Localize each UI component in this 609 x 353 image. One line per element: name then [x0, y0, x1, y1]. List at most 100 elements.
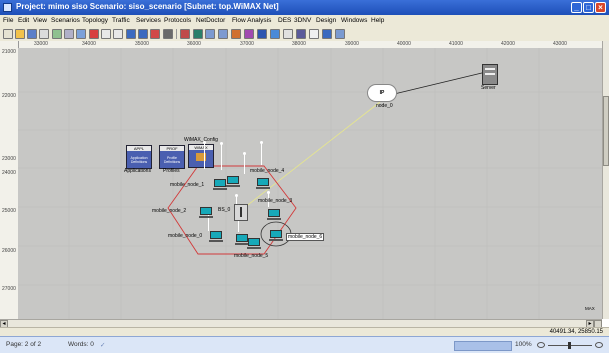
- ruler-tick: 37000: [240, 41, 254, 47]
- close-button[interactable]: ×: [595, 2, 606, 13]
- proofing-icon[interactable]: ✓: [100, 341, 105, 349]
- base-station-node[interactable]: [234, 204, 248, 221]
- mobile-node-caption: mobile_node_5: [234, 253, 269, 259]
- open-folder-icon[interactable]: [15, 29, 25, 39]
- ruler-tick: 35000: [135, 41, 149, 47]
- mobile-node-caption: mobile_node_4: [250, 168, 285, 174]
- tool-f-icon[interactable]: [244, 29, 254, 39]
- wimax-config-node[interactable]: WiMAX: [188, 144, 214, 168]
- application-definitions-label: Application Definitions: [130, 156, 148, 164]
- object-palette-icon[interactable]: [52, 29, 62, 39]
- ip-cloud-node[interactable]: IP: [368, 85, 396, 101]
- failure-icon[interactable]: [76, 29, 86, 39]
- mobile-node-caption: mobile_node_2: [152, 208, 187, 214]
- tool-m-icon[interactable]: [335, 29, 345, 39]
- server-node[interactable]: [482, 64, 498, 85]
- profile-definitions-label: Profile Definitions: [163, 156, 181, 164]
- zoom-level: 100%: [515, 341, 532, 348]
- mobile-node-caption: mobile_node_6: [286, 233, 325, 241]
- menu-help[interactable]: Help: [371, 17, 384, 24]
- menu-scenarios[interactable]: Scenarios: [51, 17, 80, 24]
- ruler-tick: 39000: [345, 41, 359, 47]
- recover-icon[interactable]: [89, 29, 99, 39]
- hide-graphs-icon[interactable]: [163, 29, 173, 39]
- tool-c-icon[interactable]: [205, 29, 215, 39]
- menu-flow-analysis[interactable]: Flow Analysis: [232, 17, 271, 24]
- base-station-caption: BS_0: [218, 207, 231, 213]
- mobile-node-caption: mobile_node_1: [170, 182, 205, 188]
- tool-d-icon[interactable]: [218, 29, 228, 39]
- menu-edit[interactable]: Edit: [18, 17, 29, 24]
- application-config-node[interactable]: APPL Application Definitions: [126, 145, 152, 169]
- page-indicator: Page: 2 of 2: [6, 341, 42, 348]
- workspace-links: [18, 48, 602, 319]
- mobile-node-laptop[interactable]: [199, 207, 213, 218]
- tool-k-icon[interactable]: [309, 29, 319, 39]
- menu-protocols[interactable]: Protocols: [164, 17, 191, 24]
- zoom-out-icon[interactable]: [113, 29, 123, 39]
- server-drive-icon: [485, 68, 495, 70]
- menu-windows[interactable]: Windows: [341, 17, 367, 24]
- vertical-scroll-thumb[interactable]: [603, 96, 609, 166]
- run-simulation-icon[interactable]: [138, 29, 148, 39]
- tool-g-icon[interactable]: [257, 29, 267, 39]
- menu-traffic[interactable]: Traffic: [112, 17, 130, 24]
- mobile-node-laptop[interactable]: [209, 231, 223, 242]
- ruler-tick: 25000: [2, 208, 16, 214]
- view-buttons[interactable]: [454, 341, 512, 351]
- tool-i-icon[interactable]: [283, 29, 293, 39]
- tool-b-icon[interactable]: [193, 29, 203, 39]
- mobile-node-laptop[interactable]: [269, 230, 283, 241]
- antenna-pin: [220, 142, 223, 170]
- profile-tag: PROF: [160, 146, 184, 151]
- ruler-tick: 27000: [2, 286, 16, 292]
- mobile-node-laptop[interactable]: [235, 234, 249, 245]
- tool-a-icon[interactable]: [180, 29, 190, 39]
- minimize-button[interactable]: _: [571, 2, 582, 13]
- new-project-icon[interactable]: [3, 29, 13, 39]
- zoom-in-icon[interactable]: [101, 29, 111, 39]
- mobile-node-laptop[interactable]: [213, 179, 227, 190]
- tool-e-icon[interactable]: [231, 29, 241, 39]
- profiles-caption: Profiles: [163, 168, 180, 174]
- profile-config-node[interactable]: PROF Profile Definitions: [159, 145, 185, 169]
- antenna-pin: [243, 152, 246, 174]
- project-workspace[interactable]: APPL Application Definitions Application…: [18, 48, 602, 319]
- configure-discrete-event-icon[interactable]: [126, 29, 136, 39]
- mobile-node-laptop[interactable]: [267, 209, 281, 220]
- mobile-node-laptop[interactable]: [226, 176, 240, 187]
- status-bar: Page: 2 of 2 Words: 0 ✓ 100%: [0, 336, 609, 353]
- maximize-button[interactable]: □: [583, 2, 594, 13]
- print-icon[interactable]: [39, 29, 49, 39]
- menu-file[interactable]: File: [3, 17, 13, 24]
- mobile-node-laptop[interactable]: [256, 178, 270, 189]
- app-icon: [3, 3, 12, 12]
- menu-des[interactable]: DES: [278, 17, 291, 24]
- menu-topology[interactable]: Topology: [82, 17, 108, 24]
- ruler-tick: 36000: [187, 41, 201, 47]
- menu-view[interactable]: View: [33, 17, 47, 24]
- tool-j-icon[interactable]: [296, 29, 306, 39]
- application-tag: APPL: [127, 146, 151, 151]
- ip-node-caption: node_0: [376, 103, 393, 109]
- zoom-slider-thumb[interactable]: [568, 342, 571, 349]
- menu-services[interactable]: Services: [136, 17, 161, 24]
- zoom-in-icon[interactable]: [595, 342, 603, 348]
- ruler-tick: 21000: [2, 49, 16, 55]
- zoom-out-icon[interactable]: [537, 342, 545, 348]
- check-links-icon[interactable]: [64, 29, 74, 39]
- menu-netdoctor[interactable]: NetDoctor: [196, 17, 225, 24]
- ruler-tick: 42000: [501, 41, 515, 47]
- vertical-scrollbar[interactable]: [602, 41, 609, 319]
- tool-l-icon[interactable]: [322, 29, 332, 39]
- mobile-node-laptop[interactable]: [247, 238, 261, 249]
- menu-3dnv[interactable]: 3DNV: [294, 17, 311, 24]
- mobile-node-caption: mobile_node_3: [258, 198, 293, 204]
- view-results-icon[interactable]: [150, 29, 160, 39]
- ruler-tick: 23000: [2, 156, 16, 162]
- menu-design[interactable]: Design: [316, 17, 336, 24]
- save-icon[interactable]: [27, 29, 37, 39]
- server-caption: Server: [481, 85, 496, 91]
- tool-h-icon[interactable]: [270, 29, 280, 39]
- server-drive-icon: [485, 73, 495, 75]
